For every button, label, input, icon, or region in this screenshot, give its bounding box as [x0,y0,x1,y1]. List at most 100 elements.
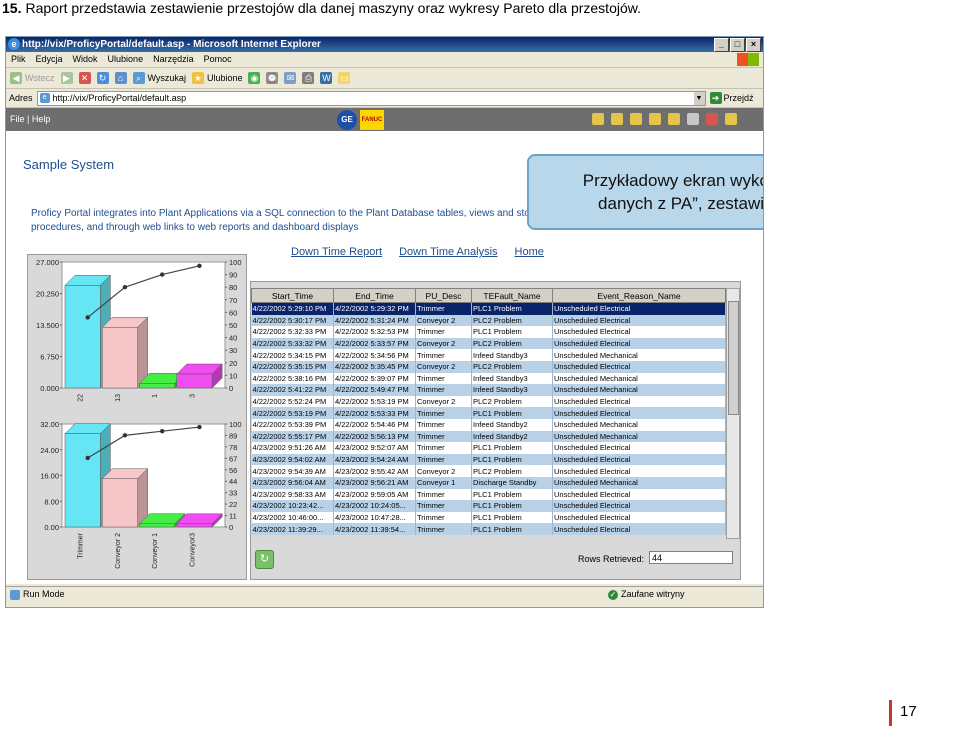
table-row[interactable]: 4/22/2002 5:53:39 PM 4/22/2002 5:54:46 PM… [251,418,726,431]
table-row[interactable]: 4/23/2002 11:39:29... 4/23/2002 11:39:54.… [251,523,726,535]
y-tick-label: 27.000 [36,258,59,267]
bar [139,383,176,389]
table-row[interactable]: 4/22/2002 5:52:24 PM 4/22/2002 5:53:19 PM… [251,395,726,408]
tools-icon[interactable] [649,113,661,125]
link-down-time-report[interactable]: Down Time Report [291,246,382,258]
table-row[interactable]: 4/22/2002 5:41:22 PM 4/22/2002 5:49:47 PM… [251,384,726,396]
close-button[interactable]: × [746,38,761,52]
grid-footer: ↻ Rows Retrieved: 44 [251,543,740,577]
mail-icon[interactable]: ✉ [284,72,297,84]
table-row[interactable]: 4/23/2002 9:58:33 AM 4/23/2002 9:59:05 AM… [251,488,726,501]
history-icon[interactable]: ⌚ [266,72,279,84]
table-cell: 4/22/2002 5:53:19 PM [251,407,334,419]
table-cell: Conveyor 2 [415,314,472,327]
search-button[interactable]: ⌕ Wyszukaj [132,72,186,84]
fanuc-logo: FANUC [360,110,384,130]
folder-icon[interactable]: ▭ [338,72,351,84]
edit-icon[interactable]: W [320,72,333,84]
y2-tick-label: 67 [229,454,237,463]
table-cell: 4/22/2002 5:38:16 PM [251,372,334,385]
table-row[interactable]: 4/23/2002 9:54:39 AM 4/23/2002 9:55:42 AM… [251,465,726,477]
table-cell: Trimmer [415,349,472,361]
ge-logo: GE [337,110,357,130]
table-row[interactable]: 4/23/2002 10:46:00... 4/23/2002 10:47:28.… [251,511,726,524]
table-row[interactable]: 4/22/2002 5:55:17 PM 4/22/2002 5:56:13 PM… [251,430,726,443]
table-row[interactable]: 4/23/2002 9:56:04 AM 4/23/2002 9:56:21 AM… [251,476,726,489]
table-row[interactable]: 4/22/2002 5:33:32 PM 4/22/2002 5:33:57 PM… [251,337,726,350]
table-row[interactable]: 4/22/2002 5:32:33 PM 4/22/2002 5:32:53 PM… [251,326,726,338]
pin-icon[interactable] [687,113,699,125]
app-menu[interactable]: File | Help [10,114,50,124]
home-icon[interactable]: ⌂ [114,72,127,84]
y2-tick-label: 30 [229,346,237,355]
table-row[interactable]: 4/23/2002 9:51:26 AM 4/23/2002 9:52:07 AM… [251,442,726,454]
print-icon[interactable]: ⎙ [302,72,315,84]
caption-number: 15. [2,0,22,16]
refresh-icon[interactable]: ↻ [96,72,109,84]
column-header[interactable]: Start_Time [251,288,334,303]
pareto-charts-panel: 27.000 20.250 13.500 6.750 0.000 100 90 80 70 60 5… [27,254,247,580]
table-cell: Unscheduled Electrical [552,511,726,524]
table-cell: 4/22/2002 5:30:17 PM [251,314,334,327]
table-row[interactable]: 4/23/2002 9:54:02 AM 4/23/2002 9:54:24 AM… [251,453,726,466]
link-down-time-analysis[interactable]: Down Time Analysis [399,246,497,258]
table-scrollbar[interactable] [726,288,740,539]
table-cell: 4/23/2002 11:39:29... [251,523,334,535]
maximize-button[interactable]: □ [730,38,745,52]
caption-text: Raport przedstawia zestawienie przestojó… [25,0,641,16]
favorites-button[interactable]: ★ Ulubione [191,72,242,84]
column-header[interactable]: TEFault_Name [471,288,553,303]
exit-icon[interactable] [668,113,680,125]
table-row[interactable]: 4/22/2002 5:34:15 PM 4/22/2002 5:34:56 PM… [251,349,726,361]
bar [139,523,176,528]
table-cell: 4/22/2002 5:53:33 PM [333,407,416,419]
column-header[interactable]: Event_Reason_Name [552,288,726,303]
address-url: http://vix/ProficyPortal/default.asp [52,93,187,103]
forward-arrow-icon[interactable]: ▶ [60,72,73,84]
table-cell: 4/23/2002 9:56:04 AM [251,476,334,489]
chevron-down-icon[interactable]: ▼ [693,91,705,105]
menu-edit[interactable]: Edycja [36,52,63,67]
table-cell: Trimmer [415,326,472,338]
scrollbar-thumb[interactable] [728,301,739,415]
refresh-button[interactable]: ↻ [255,550,274,569]
menu-help[interactable]: Pomoc [204,52,232,67]
table-cell: Unscheduled Mechanical [552,418,726,431]
table-cell: Trimmer [415,453,472,466]
address-input[interactable]: e http://vix/ProficyPortal/default.asp ▼ [36,90,706,106]
menu-favorites[interactable]: Ulubione [108,52,144,67]
media-icon[interactable]: ◉ [248,72,261,84]
column-header[interactable]: End_Time [333,288,416,303]
menu-tools[interactable]: Narzędzia [153,52,194,67]
x-tick-label: Conveyor 2 [115,533,122,569]
menu-file[interactable]: Plik [11,52,26,67]
table-row[interactable]: 4/22/2002 5:35:15 PM 4/22/2002 5:35:45 PM… [251,360,726,373]
table-row[interactable]: 4/22/2002 5:53:19 PM 4/22/2002 5:53:33 PM… [251,407,726,419]
table-cell: Unscheduled Electrical [552,314,726,327]
save-icon[interactable] [630,113,642,125]
back-button[interactable]: ◀ Wstecz [10,72,55,84]
bar [64,433,101,528]
table-row[interactable]: 4/22/2002 5:30:17 PM 4/22/2002 5:31:24 PM… [251,314,726,327]
app-toolbar: File | Help GE FANUC [6,108,763,132]
link-home[interactable]: Home [515,246,544,258]
table-cell: 4/23/2002 9:54:39 AM [251,465,334,477]
help-icon[interactable] [611,113,623,125]
go-button[interactable]: ➔ Przejdź [709,92,754,104]
table-cell: PLC1 Problem [471,500,553,512]
lock-icon[interactable] [592,113,604,125]
stop-icon[interactable]: ✕ [78,72,91,84]
minimize-button[interactable]: _ [714,38,729,52]
table-cell: Unscheduled Electrical [552,326,726,338]
tree-icon[interactable] [725,113,737,125]
menu-view[interactable]: Widok [73,52,98,67]
table-cell: 4/23/2002 9:51:26 AM [251,442,334,454]
users-icon[interactable] [706,113,718,125]
column-header[interactable]: PU_Desc [415,288,472,303]
y-tick-label: 24.00 [40,446,59,455]
page-number: 17 [889,700,917,726]
table-cell: Trimmer [415,372,472,385]
table-row[interactable]: 4/22/2002 5:38:16 PM 4/22/2002 5:39:07 PM… [251,372,726,385]
table-row[interactable]: 4/23/2002 10:23:42... 4/23/2002 10:24:05.… [251,500,726,512]
table-row[interactable]: 4/22/2002 5:29:10 PM 4/22/2002 5:29:32 PM… [251,302,726,315]
